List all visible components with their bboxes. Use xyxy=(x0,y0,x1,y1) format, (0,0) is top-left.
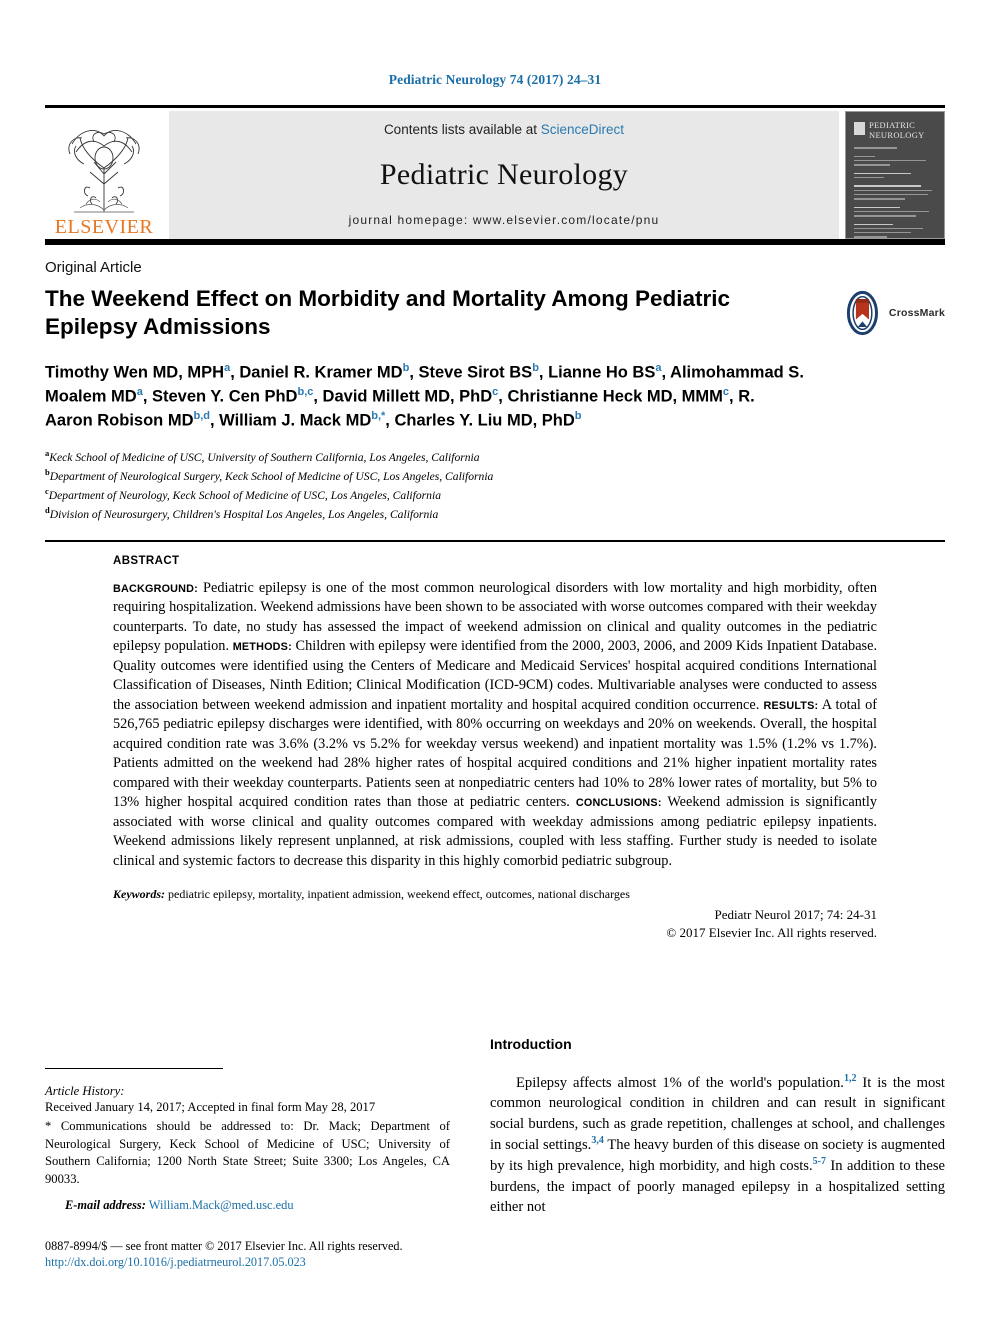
copyright-line: © 2017 Elsevier Inc. All rights reserved… xyxy=(666,925,877,941)
email-label: E-mail address: xyxy=(65,1198,146,1213)
article-footnotes-column: Article History: Received January 14, 20… xyxy=(45,1000,450,1270)
crossmark-label: CrossMark xyxy=(888,307,945,319)
issn-copyright-line: 0887-8994/$ — see front matter © 2017 El… xyxy=(45,1239,403,1254)
introduction-paragraph: Epilepsy affects almost 1% of the world'… xyxy=(490,1073,946,1216)
elsevier-logo: ELSEVIER xyxy=(45,111,163,239)
journal-cover-thumbnail: PEDIATRIC NEUROLOGY xyxy=(845,111,945,239)
article-page: Pediatric Neurology 74 (2017) 24–31 ELSE… xyxy=(0,0,990,1320)
introduction-column: Introduction Epilepsy affects almost 1% … xyxy=(490,1000,945,1270)
cover-text-lines xyxy=(854,147,936,238)
footnote-divider xyxy=(45,1068,223,1069)
journal-banner: Contents lists available at ScienceDirec… xyxy=(169,111,839,239)
author-list: Timothy Wen MD, MPHa, Daniel R. Kramer M… xyxy=(45,361,804,430)
keywords-label: Keywords: xyxy=(113,887,165,902)
article-history-dates: Received January 14, 2017; Accepted in f… xyxy=(45,1100,376,1114)
journal-homepage[interactable]: journal homepage: www.elsevier.com/locat… xyxy=(349,213,660,227)
abstract-heading-conclusions: CONCLUSIONS: xyxy=(575,797,662,810)
abstract-heading-results: RESULTS: xyxy=(763,699,819,712)
abstract-heading-background: BACKGROUND: xyxy=(113,582,198,595)
affiliation-item: dDivision of Neurosurgery, Children's Ho… xyxy=(45,504,945,523)
affiliation-item: aKeck School of Medicine of USC, Univers… xyxy=(45,447,945,466)
article-type-label: Original Article xyxy=(45,259,142,276)
article-header: Original Article The Weekend Effect on M… xyxy=(45,259,945,524)
affiliation-list: aKeck School of Medicine of USC, Univers… xyxy=(45,447,945,524)
contents-prefix: Contents lists available at xyxy=(383,122,541,137)
affiliation-text: Department of Neurology, Keck School of … xyxy=(48,489,441,503)
crossmark-icon xyxy=(846,290,878,336)
abstract-body: BACKGROUND: Pediatric epilepsy is one of… xyxy=(113,579,877,872)
abstract-top-rule xyxy=(45,539,945,542)
elsevier-tree-icon xyxy=(60,124,148,216)
corresponding-author-note: * Communications should be addressed to:… xyxy=(45,1118,450,1187)
affiliation-text: Department of Neurological Surgery, Keck… xyxy=(49,469,494,483)
running-head: Pediatric Neurology 74 (2017) 24–31 xyxy=(388,72,602,87)
elsevier-wordmark: ELSEVIER xyxy=(54,216,154,238)
email-address[interactable]: William.Mack@med.usc.edu xyxy=(149,1198,294,1212)
lower-two-column-area: Article History: Received January 14, 20… xyxy=(45,1000,945,1270)
cover-title: PEDIATRIC NEUROLOGY xyxy=(869,120,925,140)
keywords-line: Keywords: pediatric epilepsy, mortality,… xyxy=(113,886,877,903)
email-line: E-mail address: William.Mack@med.usc.edu xyxy=(45,1198,450,1213)
affiliation-item: cDepartment of Neurology, Keck School of… xyxy=(45,485,945,504)
contents-line: Contents lists available at ScienceDirec… xyxy=(384,122,624,137)
affiliation-text: Keck School of Medicine of USC, Universi… xyxy=(49,450,480,464)
citation-line: Pediatr Neurol 2017; 74: 24-31 xyxy=(714,907,877,923)
article-history-label: Article History: xyxy=(45,1084,125,1098)
journal-masthead: ELSEVIER Contents lists available at Sci… xyxy=(45,105,945,239)
abstract-label: ABSTRACT xyxy=(113,554,180,567)
keywords-values: pediatric epilepsy, mortality, inpatient… xyxy=(168,887,630,902)
abstract-heading-methods: METHODS: xyxy=(232,641,292,654)
affiliation-item: bDepartment of Neurological Surgery, Kec… xyxy=(45,466,945,485)
affiliation-text: Division of Neurosurgery, Children's Hos… xyxy=(49,508,439,522)
page-title: The Weekend Effect on Morbidity and Mort… xyxy=(45,286,731,339)
abstract-section: ABSTRACT BACKGROUND: Pediatric epilepsy … xyxy=(113,555,877,941)
masthead-bottom-rule xyxy=(45,239,945,245)
introduction-heading: Introduction xyxy=(490,1036,572,1052)
sciencedirect-link[interactable]: ScienceDirect xyxy=(541,122,624,137)
doi-link[interactable]: http://dx.doi.org/10.1016/j.pediatrneuro… xyxy=(45,1255,450,1270)
cover-emblem-icon xyxy=(854,122,865,135)
crossmark-badge[interactable]: CrossMark xyxy=(840,287,945,339)
journal-title: Pediatric Neurology xyxy=(379,158,629,191)
